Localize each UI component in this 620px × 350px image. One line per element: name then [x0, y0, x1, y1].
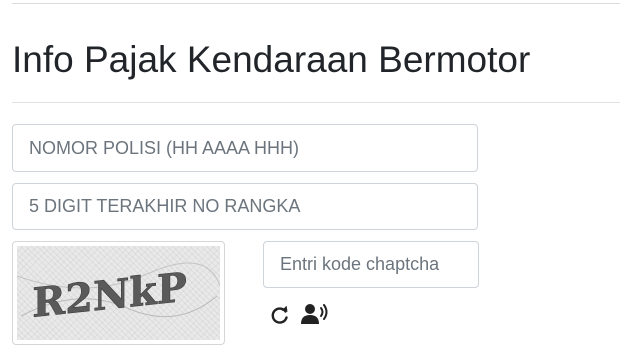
- page: Info Pajak Kendaraan Bermotor R2NkP: [0, 0, 620, 350]
- captcha-image: R2NkP: [17, 246, 220, 340]
- captcha-input[interactable]: [263, 241, 479, 288]
- plate-number-input[interactable]: [12, 124, 478, 172]
- captcha-code-text: R2NkP: [32, 264, 187, 327]
- chassis-number-input[interactable]: [12, 183, 478, 230]
- page-title: Info Pajak Kendaraan Bermotor: [12, 39, 531, 80]
- top-divider: [12, 3, 620, 4]
- refresh-icon[interactable]: [270, 305, 290, 325]
- captcha-graphic: R2NkP: [17, 262, 220, 327]
- title-divider: [12, 102, 620, 103]
- audio-captcha-icon[interactable]: [300, 303, 330, 325]
- captcha-image-frame: R2NkP: [12, 241, 225, 345]
